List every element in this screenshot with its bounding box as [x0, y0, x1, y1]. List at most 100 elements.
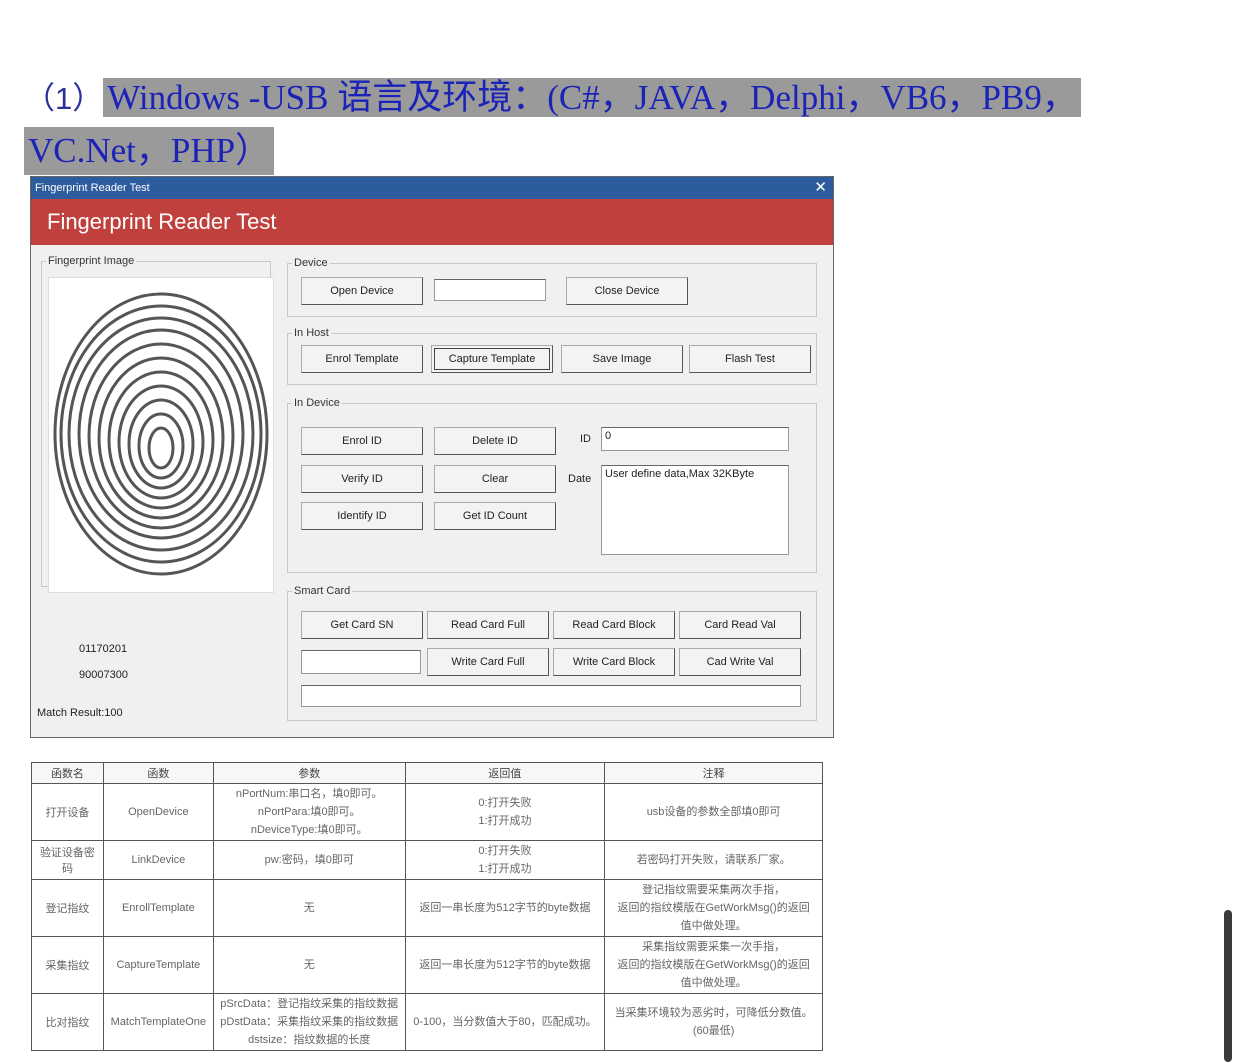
table-row: 验证设备密码 LinkDevice pw:密码，填0即可 0:打开失败 1:打开…: [31, 840, 823, 880]
open-device-button[interactable]: Open Device: [301, 277, 423, 305]
cell-function: LinkDevice: [102, 840, 214, 880]
cell-return: 0:打开失败 1:打开成功: [404, 783, 606, 841]
match-result: Match Result:100: [37, 707, 123, 719]
note-line: 值中做处理。: [680, 920, 747, 932]
note-line: usb设备的参数全部填0即可: [646, 806, 781, 818]
read-card-block-button[interactable]: Read Card Block: [553, 611, 675, 639]
write-card-block-button[interactable]: Write Card Block: [553, 648, 675, 676]
note-line: 返回的指纹模版在GetWorkMsg()的返回: [617, 902, 810, 914]
table-row: 采集指纹 CaptureTemplate 无 返回一串长度为512字节的byte…: [31, 936, 823, 994]
cell-notes: 若密码打开失败，请联系厂家。: [604, 840, 823, 880]
table-header-row: 函数名 函数 参数 返回值 注释: [31, 762, 823, 784]
id-label: ID: [580, 433, 591, 445]
cell-notes: 采集指纹需要采集一次手指， 返回的指纹模版在GetWorkMsg()的返回 值中…: [604, 936, 823, 994]
heading-line-1: Windows -USB 语言及环境：(C#，JAVA，Delphi，VB6，P…: [103, 78, 1081, 117]
cell-name: 验证设备密码: [31, 840, 104, 880]
param-line: nDeviceType:填0即可。: [250, 824, 368, 836]
fingerprint-reader-window: Fingerprint Reader Test ✕ Fingerprint Re…: [30, 176, 834, 738]
heading-line-2: VC.Net，PHP）: [24, 127, 275, 175]
col-header-notes: 注释: [604, 762, 823, 784]
card-read-val-button[interactable]: Card Read Val: [679, 611, 801, 639]
cell-name: 登记指纹: [31, 879, 104, 937]
section-heading: （1） Windows -USB 语言及环境：(C#，JAVA，Delphi，VB…: [24, 74, 1134, 175]
cell-return: 返回一串长度为512字节的byte数据: [404, 879, 606, 937]
window-titlebar: Fingerprint Reader Test ✕: [31, 177, 833, 199]
table-row: 打开设备 OpenDevice nPortNum:串口名，填0即可。 nPort…: [31, 783, 823, 841]
in-host-legend: In Host: [294, 327, 329, 339]
param-line: nPortNum:串口名，填0即可。: [235, 788, 383, 800]
cell-params: pSrcData：登记指纹采集的指纹数据 pDstData：采集指纹采集的指纹数…: [212, 993, 406, 1051]
capture-template-button[interactable]: Capture Template: [431, 345, 553, 373]
param-line: pSrcData：登记指纹采集的指纹数据: [220, 998, 399, 1010]
col-header-return: 返回值: [404, 762, 606, 784]
clear-button[interactable]: Clear: [434, 465, 556, 493]
return-line: 1:打开成功: [478, 815, 532, 827]
col-header-params: 参数: [212, 762, 406, 784]
card-status-input[interactable]: [301, 685, 801, 707]
in-device-legend: In Device: [294, 397, 340, 409]
cad-write-val-button[interactable]: Cad Write Val: [679, 648, 801, 676]
close-device-button[interactable]: Close Device: [566, 277, 688, 305]
cell-notes: 当采集环境较为恶劣时，可降低分数值。 (60最低): [604, 993, 823, 1051]
col-header-function: 函数: [102, 762, 214, 784]
note-line: 值中做处理。: [680, 977, 747, 989]
identify-id-button[interactable]: Identify ID: [301, 502, 423, 530]
cell-notes: usb设备的参数全部填0即可: [604, 783, 823, 841]
enrol-id-button[interactable]: Enrol ID: [301, 427, 423, 455]
cell-return: 0-100，当分数值大于80，匹配成功。: [404, 993, 606, 1051]
fingerprint-image-legend: Fingerprint Image: [48, 255, 135, 267]
cell-function: MatchTemplateOne: [102, 993, 214, 1051]
cell-return: 0:打开失败 1:打开成功: [404, 840, 606, 880]
cell-return: 返回一串长度为512字节的byte数据: [404, 936, 606, 994]
get-card-sn-button[interactable]: Get Card SN: [301, 611, 423, 639]
save-image-button[interactable]: Save Image: [561, 345, 683, 373]
return-line: 返回一串长度为512字节的byte数据: [419, 902, 591, 914]
param-line: 无: [303, 902, 315, 914]
flash-test-button[interactable]: Flash Test: [689, 345, 811, 373]
device-input[interactable]: [434, 279, 546, 301]
window-title: Fingerprint Reader Test: [35, 182, 150, 194]
return-line: 0:打开失败: [478, 845, 532, 857]
heading-number: （1）: [24, 81, 104, 116]
api-function-table: 函数名 函数 参数 返回值 注释 打开设备 OpenDevice nPortNu…: [31, 762, 823, 1051]
cell-name: 比对指纹: [31, 993, 104, 1051]
app-banner: Fingerprint Reader Test: [31, 199, 833, 245]
param-line: pw:密码，填0即可: [264, 854, 354, 866]
delete-id-button[interactable]: Delete ID: [434, 427, 556, 455]
close-icon[interactable]: ✕: [814, 177, 827, 199]
cell-function: CaptureTemplate: [102, 936, 214, 994]
device-legend: Device: [294, 257, 328, 269]
return-line: 0-100，当分数值大于80，匹配成功。: [413, 1016, 597, 1028]
note-line: 若密码打开失败，请联系厂家。: [636, 854, 791, 866]
cell-function: OpenDevice: [102, 783, 214, 841]
return-line: 1:打开成功: [478, 863, 532, 875]
cell-name: 采集指纹: [31, 936, 104, 994]
date-label: Date: [568, 473, 592, 485]
return-line: 返回一串长度为512字节的byte数据: [419, 959, 591, 971]
card-sn-input[interactable]: [301, 650, 421, 674]
cell-params: pw:密码，填0即可: [212, 840, 406, 880]
table-row: 比对指纹 MatchTemplateOne pSrcData：登记指纹采集的指纹…: [31, 993, 823, 1051]
param-line: pDstData：采集指纹采集的指纹数据: [220, 1016, 399, 1028]
get-id-count-button[interactable]: Get ID Count: [434, 502, 556, 530]
col-header-name: 函数名: [31, 762, 104, 784]
verify-id-button[interactable]: Verify ID: [301, 465, 423, 493]
cell-params: nPortNum:串口名，填0即可。 nPortPara:填0即可。 nDevi…: [212, 783, 406, 841]
write-card-full-button[interactable]: Write Card Full: [427, 648, 549, 676]
cell-function: EnrollTemplate: [102, 879, 214, 937]
cell-params: 无: [212, 879, 406, 937]
enrol-template-button[interactable]: Enrol Template: [301, 345, 423, 373]
note-line: 登记指纹需要采集两次手指，: [642, 884, 786, 896]
page-scrollbar[interactable]: [1224, 910, 1232, 1062]
cell-notes: 登记指纹需要采集两次手指， 返回的指纹模版在GetWorkMsg()的返回 值中…: [604, 879, 823, 937]
id-input[interactable]: 0: [601, 427, 789, 451]
read-card-full-button[interactable]: Read Card Full: [427, 611, 549, 639]
table-row: 登记指纹 EnrollTemplate 无 返回一串长度为512字节的byte数…: [31, 879, 823, 937]
note-line: 采集指纹需要采集一次手指，: [642, 941, 786, 953]
fp-code-2: 90007300: [79, 669, 128, 681]
fingerprint-image: [48, 277, 274, 593]
param-line: 无: [303, 959, 315, 971]
cell-name: 打开设备: [31, 783, 104, 841]
date-textarea[interactable]: User define data,Max 32KByte: [601, 465, 789, 555]
return-line: 0:打开失败: [478, 797, 532, 809]
